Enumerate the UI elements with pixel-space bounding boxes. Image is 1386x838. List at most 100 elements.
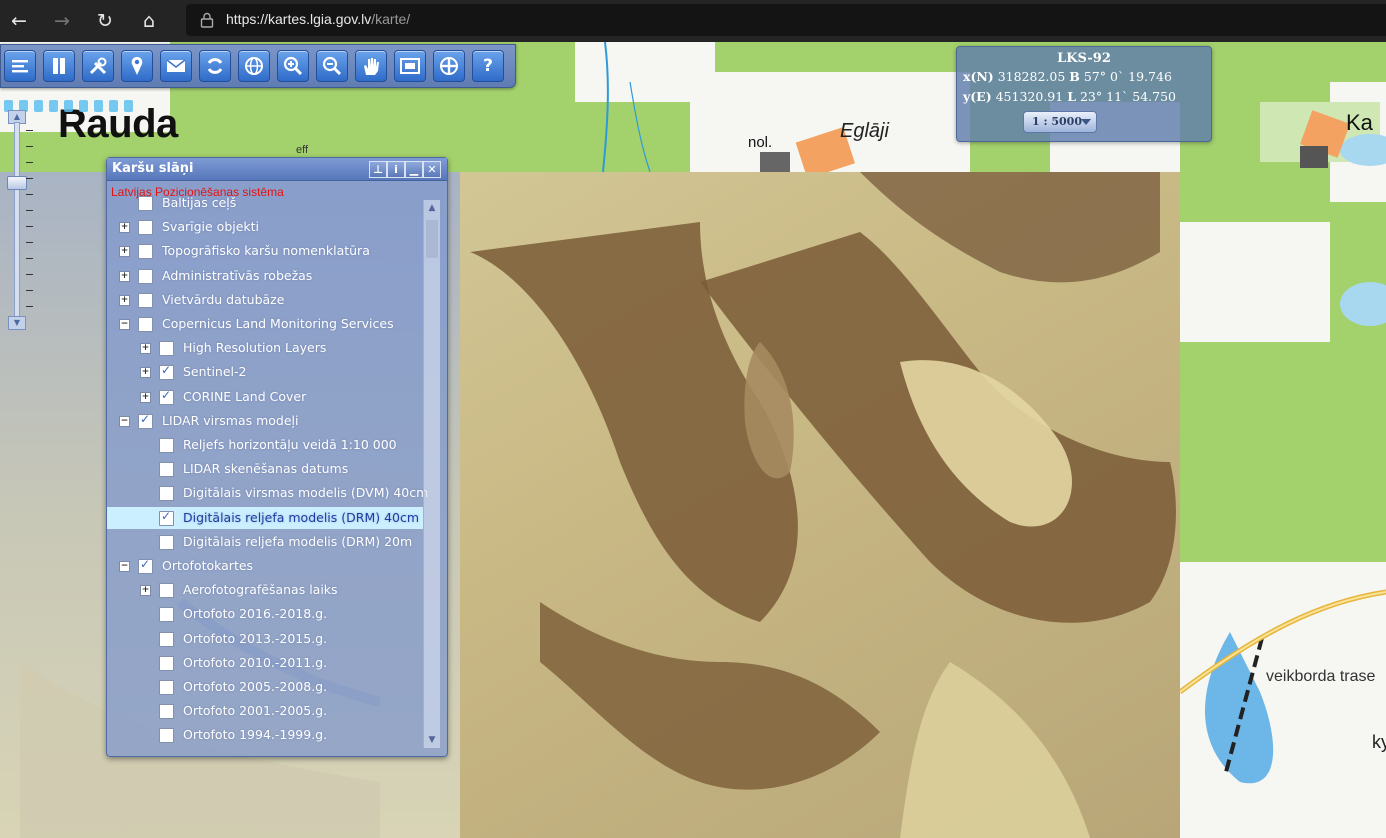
scrollbar-thumb[interactable] <box>426 220 438 258</box>
scroll-up-icon[interactable]: ▲ <box>426 202 438 214</box>
back-arrow-icon[interactable]: ← <box>6 8 32 34</box>
layer-checkbox[interactable] <box>138 412 153 429</box>
minimize-icon[interactable]: ▁ <box>405 161 423 178</box>
globe-icon[interactable] <box>238 50 270 82</box>
layer-row[interactable]: + CORINE Land Cover <box>107 386 423 408</box>
layers-scrollbar[interactable]: ▲ ▼ <box>423 200 440 748</box>
close-icon[interactable]: ✕ <box>423 161 441 178</box>
zoom-slider-down-icon[interactable]: ▼ <box>8 316 26 330</box>
zoom-out-icon[interactable] <box>316 50 348 82</box>
layer-checkbox[interactable] <box>159 363 174 381</box>
forward-arrow-icon[interactable]: → <box>49 8 75 34</box>
layer-checkbox[interactable] <box>159 388 174 405</box>
b-value: 57° 0` 19.746 <box>1083 69 1172 84</box>
layer-checkbox[interactable] <box>159 607 174 623</box>
layer-row[interactable]: + Aerofotografēšanas laiks <box>107 579 423 601</box>
expand-icon[interactable]: + <box>119 270 130 282</box>
layer-checkbox[interactable] <box>138 317 153 332</box>
expand-icon[interactable]: + <box>140 367 151 379</box>
address-bar[interactable]: https://kartes.lgia.gov.lv/karte/ <box>186 4 1386 36</box>
refresh-icon[interactable] <box>199 50 231 82</box>
layer-checkbox[interactable] <box>159 631 174 647</box>
coord-row-y: y(E) 451320.91 L 23° 11` 54.750 <box>963 89 1176 104</box>
layer-checkbox[interactable] <box>138 220 153 236</box>
layer-row[interactable]: + Sentinel-2 <box>107 361 423 383</box>
layer-row[interactable]: − Copernicus Land Monitoring Services <box>107 313 423 335</box>
layer-row[interactable]: − LIDAR virsmas modeļi <box>107 410 423 432</box>
expand-icon[interactable]: + <box>119 222 130 234</box>
layer-checkbox[interactable] <box>138 268 153 284</box>
layer-checkbox[interactable] <box>159 680 174 695</box>
layer-checkbox[interactable] <box>159 704 174 720</box>
coordinates-panel: LKS-92 x(N) 318282.05 B 57° 0` 19.746 y(… <box>956 46 1212 142</box>
layer-checkbox[interactable] <box>159 583 174 599</box>
layer-label: Vietvārdu datubāze <box>162 291 285 307</box>
reload-icon[interactable]: ↻ <box>92 8 118 34</box>
url-path: /karte/ <box>371 11 411 27</box>
loading-dot <box>94 100 103 112</box>
layer-checkbox[interactable] <box>159 509 174 526</box>
layer-row[interactable]: Ortofoto 2005.-2008.g. <box>107 676 423 698</box>
tools-icon[interactable] <box>82 50 114 82</box>
layer-checkbox[interactable] <box>159 486 174 502</box>
pin-panel-icon[interactable]: ⊥ <box>369 161 387 178</box>
layer-checkbox[interactable] <box>159 462 174 478</box>
loading-dot <box>49 100 58 112</box>
zoom-slider-track[interactable] <box>14 122 20 320</box>
layer-row[interactable]: Baltijas ceļš <box>107 192 423 214</box>
crosshair-icon[interactable] <box>433 50 465 82</box>
layer-row[interactable]: Digitālais reljefa modelis (DRM) 40cm <box>107 506 423 529</box>
collapse-icon[interactable]: − <box>119 561 130 572</box>
layer-row[interactable]: Ortofoto 2010.-2011.g. <box>107 652 423 674</box>
layer-row[interactable]: Ortofoto 1994.-1999.g. <box>107 724 423 746</box>
layers-icon[interactable] <box>43 50 75 82</box>
hand-icon[interactable] <box>355 50 387 82</box>
expand-icon[interactable]: + <box>140 585 151 597</box>
expand-icon[interactable]: + <box>140 391 151 403</box>
collapse-icon[interactable]: − <box>119 319 130 330</box>
layer-checkbox[interactable] <box>138 196 153 211</box>
layer-row[interactable]: + Topogrāfisko karšu nomenklatūra <box>107 240 423 262</box>
zoom-tick <box>26 210 33 211</box>
layer-checkbox[interactable] <box>159 655 174 671</box>
layer-checkbox[interactable] <box>159 728 174 744</box>
zoom-in-icon[interactable] <box>277 50 309 82</box>
expand-icon[interactable]: + <box>119 246 130 258</box>
layer-row[interactable]: Ortofoto 2016.-2018.g. <box>107 603 423 625</box>
layer-checkbox[interactable] <box>159 534 174 550</box>
help-icon[interactable]: ? <box>472 50 504 82</box>
layer-row[interactable]: − Ortofotokartes <box>107 555 423 577</box>
layer-row[interactable]: + Svarīgie objekti <box>107 216 423 238</box>
home-icon[interactable]: ⌂ <box>136 8 162 34</box>
layer-checkbox[interactable] <box>138 292 153 308</box>
full-extent-icon[interactable] <box>394 50 426 82</box>
layer-checkbox[interactable] <box>138 557 153 574</box>
zoom-slider-thumb[interactable] <box>7 176 27 190</box>
layer-row[interactable]: Reljefs horizontāļu veidā 1:10 000 <box>107 434 423 456</box>
pin-icon[interactable] <box>121 50 153 82</box>
layer-row[interactable]: + Administratīvās robežas <box>107 265 423 287</box>
expand-icon[interactable]: + <box>119 294 130 306</box>
layer-row[interactable]: LIDAR skenēšanas datums <box>107 458 423 480</box>
list-icon[interactable] <box>4 50 36 82</box>
collapse-icon[interactable]: − <box>119 415 130 427</box>
zoom-slider[interactable]: ▲ ▼ <box>7 110 33 332</box>
layer-label: Reljefs horizontāļu veidā 1:10 000 <box>183 437 397 452</box>
layer-row[interactable]: Digitālais virsmas modelis (DVM) 40cm <box>107 482 428 504</box>
y-label: y(E) <box>963 89 992 104</box>
layer-row[interactable]: + High Resolution Layers <box>107 337 423 359</box>
coord-row-x: x(N) 318282.05 B 57° 0` 19.746 <box>963 69 1172 84</box>
layer-checkbox[interactable] <box>138 244 153 260</box>
layer-row[interactable]: Digitālais reljefa modelis (DRM) 20m <box>107 531 423 553</box>
scale-dropdown[interactable]: 1 : 5000 <box>1023 111 1097 133</box>
layer-checkbox[interactable] <box>159 341 174 357</box>
envelope-icon[interactable] <box>160 50 192 82</box>
info-icon[interactable]: i <box>387 161 405 178</box>
layers-panel-titlebar[interactable]: Karšu slāņi ⊥ i ▁ ✕ <box>107 158 447 181</box>
layer-row[interactable]: Ortofoto 2001.-2005.g. <box>107 700 423 722</box>
scroll-down-icon[interactable]: ▼ <box>426 734 438 746</box>
layer-row[interactable]: + Vietvārdu datubāze <box>107 289 423 311</box>
layer-checkbox[interactable] <box>159 438 174 453</box>
layer-row[interactable]: Ortofoto 2013.-2015.g. <box>107 628 423 650</box>
expand-icon[interactable]: + <box>140 343 151 355</box>
